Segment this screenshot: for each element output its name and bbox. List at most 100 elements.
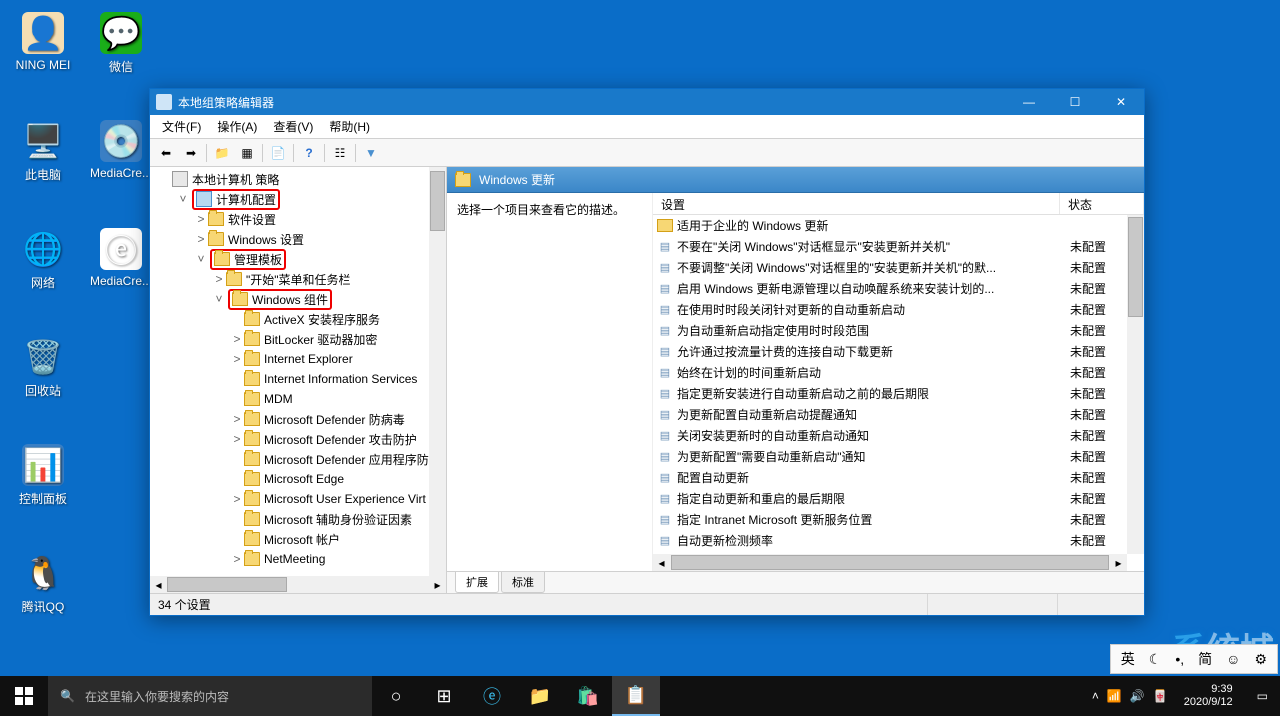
tree-item[interactable]: Microsoft 帐户 (150, 529, 446, 549)
column-headers[interactable]: 设置 状态 (653, 193, 1144, 215)
forward-button[interactable]: ➡ (179, 142, 203, 164)
taskbar: 🔍 在这里输入你要搜索的内容 ○ ⊞ ⓔ 📁 🛍️ 📋 ˄ 📶 🔊 🀄 9:39… (0, 676, 1280, 716)
detail-tab[interactable]: 标准 (501, 572, 545, 593)
list-item[interactable]: ▤指定 Intranet Microsoft 更新服务位置未配置 (653, 509, 1144, 530)
store-icon[interactable]: 🛍️ (564, 676, 612, 716)
col-state[interactable]: 状态 (1060, 193, 1144, 214)
list-item[interactable]: ▤为更新配置自动重新启动提醒通知未配置 (653, 404, 1144, 425)
menu-item[interactable]: 文件(F) (154, 116, 209, 137)
desktop-icon[interactable]: 🖥️此电脑 (6, 120, 80, 183)
taskview-icon[interactable]: ⊞ (420, 676, 468, 716)
gpedit-taskbar-icon[interactable]: 📋 (612, 676, 660, 716)
list-item[interactable]: ▤不要在"关闭 Windows"对话框显示"安装更新并关机"未配置 (653, 236, 1144, 257)
col-setting[interactable]: 设置 (653, 193, 1060, 214)
desktop-icon[interactable]: 🌐网络 (6, 228, 80, 291)
ime-icon[interactable]: 🀄 (1153, 689, 1168, 703)
tree-item[interactable]: Microsoft Edge (150, 469, 446, 489)
tree-item[interactable]: >Microsoft Defender 攻击防护 (150, 429, 446, 449)
ime-button[interactable]: 英 (1117, 647, 1139, 671)
list-item[interactable]: ▤关闭安装更新时的自动重新启动通知未配置 (653, 425, 1144, 446)
cortana-icon[interactable]: ○ (372, 676, 420, 716)
list-item[interactable]: ▤为自动重新启动指定使用时时段范围未配置 (653, 320, 1144, 341)
tree-item[interactable]: >Windows 设置 (150, 229, 446, 249)
list-item[interactable]: 适用于企业的 Windows 更新 (653, 215, 1144, 236)
search-placeholder: 在这里输入你要搜索的内容 (85, 688, 229, 705)
list-item[interactable]: ▤配置自动更新未配置 (653, 467, 1144, 488)
back-button[interactable]: ⬅ (154, 142, 178, 164)
notifications-icon[interactable]: ▭ (1249, 689, 1276, 703)
detail-header: Windows 更新 (447, 167, 1144, 193)
list-item[interactable]: ▤指定自动更新和重启的最后期限未配置 (653, 488, 1144, 509)
tree-item[interactable]: ActiveX 安装程序服务 (150, 309, 446, 329)
explorer-icon[interactable]: 📁 (516, 676, 564, 716)
tree-item[interactable]: ˅Windows 组件 (150, 289, 446, 309)
titlebar[interactable]: 本地组策略编辑器 — ☐ ✕ (150, 89, 1144, 115)
desktop-icon[interactable]: ⓔMediaCre... (84, 228, 158, 288)
properties-button[interactable]: ☷ (328, 142, 352, 164)
list-item[interactable]: ▤为更新配置"需要自动重新启动"通知未配置 (653, 446, 1144, 467)
desktop-icon[interactable]: 💿MediaCre... (84, 120, 158, 180)
list-item[interactable]: ▤允许通过按流量计费的连接自动下载更新未配置 (653, 341, 1144, 362)
ime-button[interactable]: •, (1171, 649, 1188, 669)
tray-chevron-icon[interactable]: ˄ (1092, 689, 1099, 703)
tree-item[interactable]: ˅计算机配置 (150, 189, 446, 209)
minimize-button[interactable]: — (1006, 89, 1052, 115)
system-tray[interactable]: ˄ 📶 🔊 🀄 9:39 2020/9/12 ▭ (1092, 683, 1280, 709)
filter-button[interactable]: ▼ (359, 142, 383, 164)
list-item[interactable]: ▤启用 Windows 更新电源管理以自动唤醒系统来安装计划的...未配置 (653, 278, 1144, 299)
tree-item[interactable]: >软件设置 (150, 209, 446, 229)
menu-item[interactable]: 查看(V) (265, 116, 321, 137)
tree-item[interactable]: >"开始"菜单和任务栏 (150, 269, 446, 289)
tree-item[interactable]: >NetMeeting (150, 549, 446, 569)
tree-vscroll[interactable] (429, 167, 446, 576)
tree-item[interactable]: Microsoft Defender 应用程序防 (150, 449, 446, 469)
up-button[interactable]: 📁 (210, 142, 234, 164)
desktop-icon[interactable]: 🐧腾讯QQ (6, 552, 80, 615)
tree-item[interactable]: >Microsoft Defender 防病毒 (150, 409, 446, 429)
ime-button[interactable]: ⚙ (1250, 649, 1271, 670)
ime-button[interactable]: 简 (1194, 647, 1216, 671)
help-button[interactable]: ? (297, 142, 321, 164)
list-vscroll[interactable] (1127, 215, 1144, 554)
show-hide-button[interactable]: ▦ (235, 142, 259, 164)
desktop-icon[interactable]: 👤NING MEI (6, 12, 80, 72)
tree-item[interactable]: MDM (150, 389, 446, 409)
list-item[interactable]: ▤始终在计划的时间重新启动未配置 (653, 362, 1144, 383)
ime-button[interactable]: ☺ (1222, 649, 1244, 669)
menu-item[interactable]: 帮助(H) (321, 116, 378, 137)
tree-item[interactable]: 本地计算机 策略 (150, 169, 446, 189)
volume-icon[interactable]: 🔊 (1130, 689, 1145, 703)
start-button[interactable] (0, 676, 48, 716)
close-button[interactable]: ✕ (1098, 89, 1144, 115)
tree-item[interactable]: ˅管理模板 (150, 249, 446, 269)
list-item[interactable]: ▤在使用时时段关闭针对更新的自动重新启动未配置 (653, 299, 1144, 320)
tree-item[interactable]: >BitLocker 驱动器加密 (150, 329, 446, 349)
desktop-icon[interactable]: 📊控制面板 (6, 444, 80, 507)
tree-item[interactable]: >Microsoft User Experience Virt (150, 489, 446, 509)
list-hscroll[interactable]: ◂ ▸ (653, 554, 1127, 571)
list-item[interactable]: ▤自动更新检测频率未配置 (653, 530, 1144, 551)
export-button[interactable]: 📄 (266, 142, 290, 164)
ime-button[interactable]: ☾ (1145, 649, 1166, 670)
detail-tab[interactable]: 扩展 (455, 572, 499, 593)
desktop-icon[interactable]: 💬微信 (84, 12, 158, 75)
window-title: 本地组策略编辑器 (178, 94, 1006, 111)
toolbar: ⬅ ➡ 📁 ▦ 📄 ? ☷ ▼ (150, 139, 1144, 167)
edge-icon[interactable]: ⓔ (468, 676, 516, 716)
network-icon[interactable]: 📶 (1107, 689, 1122, 703)
clock[interactable]: 9:39 2020/9/12 (1176, 683, 1241, 709)
maximize-button[interactable]: ☐ (1052, 89, 1098, 115)
search-box[interactable]: 🔍 在这里输入你要搜索的内容 (48, 676, 372, 716)
menu-item[interactable]: 操作(A) (209, 116, 265, 137)
description-panel: 选择一个项目来查看它的描述。 (447, 193, 653, 571)
tree-item[interactable]: >Internet Explorer (150, 349, 446, 369)
list-item[interactable]: ▤不要调整"关闭 Windows"对话框里的"安装更新并关机"的默...未配置 (653, 257, 1144, 278)
desktop-icon[interactable]: 🗑️回收站 (6, 336, 80, 399)
list-item[interactable]: ▤指定更新安装进行自动重新启动之前的最后期限未配置 (653, 383, 1144, 404)
status-text: 34 个设置 (150, 594, 928, 615)
ime-bar[interactable]: 英 ☾•, 简 ☺ ⚙ (1110, 644, 1278, 674)
tree-item[interactable]: Microsoft 辅助身份验证因素 (150, 509, 446, 529)
detail-tabs: 扩展标准 (447, 571, 1144, 593)
tree-hscroll[interactable]: ◂ ▸ (150, 576, 446, 593)
tree-item[interactable]: Internet Information Services (150, 369, 446, 389)
